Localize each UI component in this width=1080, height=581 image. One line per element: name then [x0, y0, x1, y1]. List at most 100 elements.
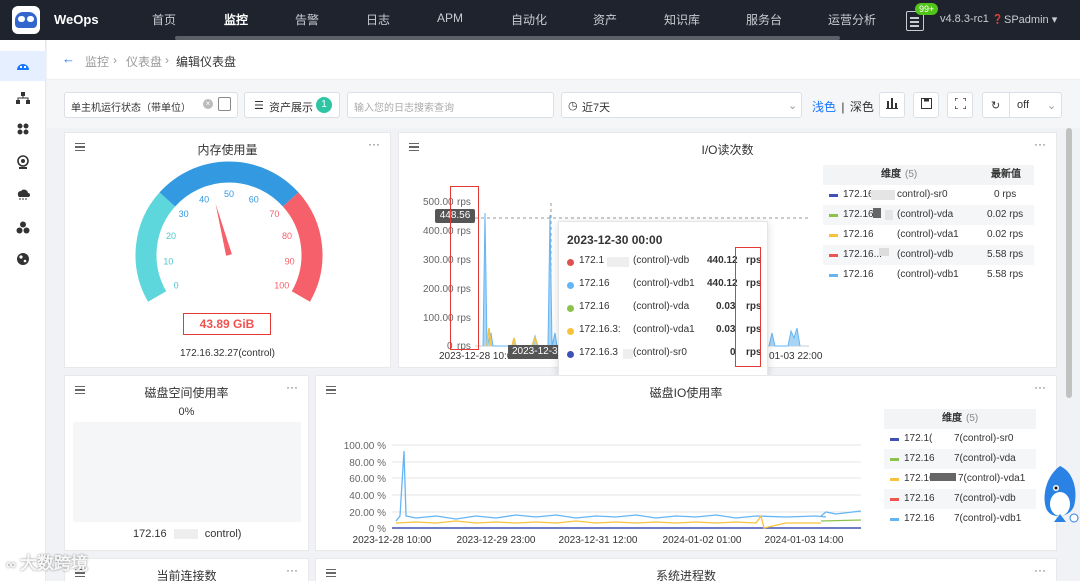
- tooltip-row: 172.16.3 (control)-sr0 0 rps: [567, 347, 762, 365]
- assistant-mascot-icon[interactable]: [1040, 462, 1080, 528]
- system-process-panel: 系统进程数 ···: [315, 558, 1057, 581]
- x-tick: 2023-12-28 10:0: [439, 351, 513, 362]
- refresh-value: off: [1017, 99, 1030, 111]
- page-scrollbar[interactable]: [1066, 128, 1072, 398]
- more-icon[interactable]: ···: [1034, 563, 1046, 577]
- nav-operations-analysis[interactable]: 运营分析: [828, 11, 876, 28]
- asset-display-label: 资产展示: [269, 102, 313, 114]
- back-arrow-icon[interactable]: ←: [62, 51, 75, 66]
- more-icon[interactable]: ···: [286, 563, 298, 577]
- nav-alert[interactable]: 告警: [295, 11, 319, 28]
- dashboard-name-input[interactable]: 单主机运行状态（带单位） ×: [64, 92, 238, 118]
- dashboard-name-value: 单主机运行状态（带单位）: [71, 103, 191, 114]
- gauge-tick-label: 60: [249, 194, 259, 204]
- x-tick: 01-03 22:00: [769, 351, 823, 362]
- top-navbar: WeOps 首页 监控 告警 日志 APM 自动化 资产 知识库 服务台 运营分…: [0, 0, 1080, 40]
- asset-display-button[interactable]: ☰ 资产展示 1: [244, 92, 340, 118]
- breadcrumb-monitor[interactable]: 监控: [85, 53, 109, 70]
- edit-icon[interactable]: [218, 97, 231, 111]
- nav-knowledge[interactable]: 知识库: [664, 11, 700, 28]
- current-connections-panel: 当前连接数 ···: [64, 558, 309, 581]
- user-menu[interactable]: SPadmin ▾: [1004, 13, 1057, 26]
- legend-row-vdb1[interactable]: 172.16 7(control)-vdb1: [884, 509, 1036, 529]
- legend-row-vda1[interactable]: 172.16 (control)-vda1 0.02 rps: [823, 225, 1034, 245]
- asset-count-badge: 1: [316, 97, 332, 113]
- nav-asset[interactable]: 资产: [593, 11, 617, 28]
- fullscreen-icon: [953, 97, 967, 110]
- sidebar-grid-icon[interactable]: [14, 120, 32, 138]
- weops-logo[interactable]: [12, 6, 40, 34]
- nav-monitor[interactable]: 监控: [224, 11, 248, 28]
- watermark-logo-icon: ∞: [6, 556, 16, 572]
- y-tick: 100.00 %: [344, 441, 386, 452]
- refresh-interval-select[interactable]: ↻ off ⌄: [982, 92, 1062, 118]
- logo-face-icon: [15, 12, 37, 28]
- chart-type-button[interactable]: [879, 92, 905, 118]
- breadcrumb-separator-icon: ›: [165, 53, 169, 67]
- legend-header: 维度 (5): [884, 409, 1036, 429]
- legend-row-vda[interactable]: 172.16 (control)-vda 0.02 rps: [823, 205, 1034, 225]
- legend-row-sr0[interactable]: 172.1( 7(control)-sr0: [884, 429, 1036, 449]
- legend-row-vdb[interactable]: 172.16 7(control)-vdb: [884, 489, 1036, 509]
- log-search-input[interactable]: 输入您的日志搜索查询: [347, 92, 554, 118]
- refresh-icon[interactable]: ↻: [991, 99, 1000, 112]
- tooltip-row: 172.16.3: (control)-vda1 0.03 rps: [567, 324, 762, 342]
- legend-row-vdb[interactable]: 172.16... (control)-vdb 5.58 rps: [823, 245, 1034, 265]
- nav-apm[interactable]: APM: [437, 11, 463, 25]
- theme-light-option[interactable]: 浅色: [812, 100, 836, 114]
- clock-icon: ◷: [568, 100, 578, 112]
- gauge-tick-label: 90: [285, 256, 295, 266]
- memory-usage-panel: 内存使用量 ··· 0 10 20 30 40 50 60 70 80 90 100 43.89 G…: [64, 132, 391, 368]
- watermark: ∞ 大数跨境: [6, 554, 88, 573]
- clear-icon[interactable]: ×: [203, 99, 213, 109]
- legend-row-vda1[interactable]: 172.16 7(control)-vda1: [884, 469, 1036, 489]
- panel-title: 当前连接数: [156, 569, 217, 581]
- gauge-tick-label: 10: [163, 256, 173, 266]
- theme-dark-option[interactable]: 深色: [850, 100, 874, 114]
- more-icon[interactable]: ···: [286, 380, 298, 394]
- gauge-needle: [215, 203, 232, 256]
- legend-row-sr0[interactable]: 172.16 control)-sr0 0 rps: [823, 185, 1034, 205]
- notification-badge: 99+: [915, 3, 939, 15]
- save-button[interactable]: [913, 92, 939, 118]
- y-tick: 60.00 %: [349, 474, 386, 485]
- breadcrumb: ← 监控 › 仪表盘 › 编辑仪表盘: [47, 40, 1080, 80]
- sidebar-dashboard-icon[interactable]: [0, 51, 46, 81]
- legend-row-vdb1[interactable]: 172.16 (control)-vdb1 5.58 rps: [823, 265, 1034, 285]
- chevron-down-icon: ⌄: [788, 100, 798, 112]
- sidebar-globe-icon[interactable]: [14, 250, 32, 268]
- memory-value: 43.89 GiB: [199, 317, 255, 331]
- gauge-tick-label: 80: [282, 231, 292, 241]
- y-tick: 0 %: [369, 524, 386, 535]
- panel-title: 磁盘空间使用率: [144, 386, 229, 400]
- y-tick: 20.00 %: [349, 508, 386, 519]
- memory-host-label: 172.16.32.27(control): [179, 348, 276, 359]
- sidebar-cloud-icon[interactable]: [14, 185, 32, 203]
- gauge-tick-label: 0: [174, 281, 179, 291]
- time-range-value: 近7天: [582, 102, 611, 114]
- gauge-tick-label: 50: [224, 189, 234, 199]
- log-search-placeholder: 输入您的日志搜索查询: [354, 103, 454, 114]
- tooltip-unit-highlight: [735, 247, 761, 367]
- legend-row-vda[interactable]: 172.16 7(control)-vda: [884, 449, 1036, 469]
- disk-space-bar-area: [73, 422, 301, 522]
- breadcrumb-dashboard[interactable]: 仪表盘: [126, 53, 162, 70]
- gauge-segment: [282, 192, 323, 302]
- fullscreen-button[interactable]: [947, 92, 973, 118]
- sidebar-cluster-icon[interactable]: [14, 218, 32, 236]
- nav-automation[interactable]: 自动化: [511, 11, 547, 28]
- bar-chart-icon: [886, 98, 898, 109]
- sidebar-topology-icon[interactable]: [14, 89, 32, 107]
- theme-separator: |: [841, 100, 845, 114]
- sidebar-camera-icon[interactable]: [14, 153, 32, 171]
- nav-service-desk[interactable]: 服务台: [746, 11, 782, 28]
- x-tick: 2023-12-29 23:00: [457, 535, 536, 546]
- save-icon: [920, 98, 932, 109]
- nav-home[interactable]: 首页: [152, 11, 176, 28]
- time-range-select[interactable]: ◷ 近7天 ⌄: [561, 92, 802, 118]
- disk-io-panel: 磁盘IO使用率 ··· 100.00 % 80.00 % 60.00 % 40.…: [315, 375, 1057, 551]
- gauge-tick-label: 30: [179, 209, 189, 219]
- panel-title: 系统进程数: [655, 569, 716, 581]
- nav-log[interactable]: 日志: [366, 11, 390, 28]
- disk-io-legend-table: 维度 (5) 172.1( 7(control)-sr0 172.16 7(co…: [884, 409, 1036, 529]
